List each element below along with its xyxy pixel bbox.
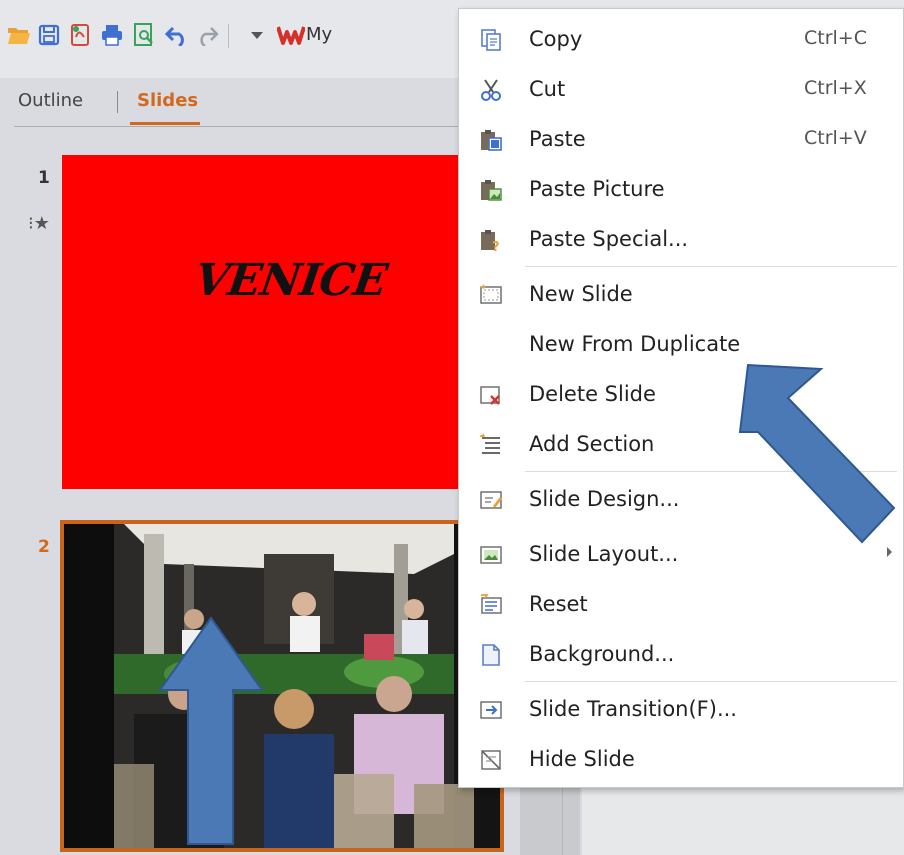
- slide-number: 2: [38, 537, 50, 557]
- slide-canvas[interactable]: [582, 780, 904, 855]
- slide-transition-icon: [479, 698, 503, 722]
- cafe-photo: [64, 524, 500, 848]
- menu-item-label: Hide Slide: [529, 747, 635, 771]
- menu-item-slide-design[interactable]: Slide Design...: [459, 475, 904, 525]
- divider: [562, 780, 563, 855]
- slide-thumbnail-1[interactable]: [62, 155, 458, 489]
- menu-item-label: Delete Slide: [529, 382, 656, 406]
- menu-item-shortcut: Ctrl+X: [804, 77, 867, 99]
- menu-item-slide-layout[interactable]: Slide Layout...: [459, 530, 904, 580]
- reset-icon: [479, 593, 503, 617]
- scissors-icon: [479, 78, 503, 102]
- paste-special-icon: ?: [479, 228, 503, 255]
- menu-item-cut[interactable]: Cut Ctrl+X: [459, 65, 904, 115]
- slide-number: 1: [38, 168, 50, 188]
- menu-item-label: Paste Special...: [529, 227, 689, 251]
- menu-item-new-from-duplicate[interactable]: New From Duplicate: [459, 320, 904, 370]
- menu-separator: [525, 266, 897, 267]
- menu-item-label: New From Duplicate: [529, 332, 741, 356]
- background-icon: [479, 643, 503, 667]
- add-section-icon: [479, 433, 503, 457]
- menu-item-delete-slide[interactable]: Delete Slide: [459, 370, 904, 420]
- new-slide-icon: [479, 283, 503, 307]
- menu-item-label: Paste: [529, 127, 586, 151]
- wps-logo-icon[interactable]: [276, 22, 306, 48]
- redo-icon[interactable]: [194, 22, 220, 48]
- toolbar-separator: [228, 24, 229, 48]
- slide-title: VENICE: [191, 255, 390, 306]
- menu-item-slide-transition[interactable]: Slide Transition(F)...: [459, 685, 904, 735]
- save-icon[interactable]: [36, 22, 62, 48]
- menu-separator: [525, 681, 897, 682]
- slide-design-icon: [479, 488, 503, 512]
- divider: [14, 126, 470, 127]
- menu-item-shortcut: Ctrl+V: [804, 127, 867, 149]
- account-label[interactable]: My: [306, 24, 332, 45]
- copy-icon: [479, 28, 503, 52]
- divider: [117, 91, 118, 113]
- menu-item-label: Cut: [529, 77, 566, 101]
- menu-item-copy[interactable]: Copy Ctrl+C: [459, 15, 904, 65]
- paste-picture-icon: [479, 178, 503, 202]
- svg-text:?: ?: [492, 240, 500, 252]
- menu-separator: [525, 471, 897, 472]
- print-icon[interactable]: [99, 22, 125, 48]
- slide-layout-icon: [479, 543, 503, 567]
- dropdown-arrow-icon[interactable]: [244, 22, 270, 48]
- menu-item-paste[interactable]: Paste Ctrl+V: [459, 115, 904, 165]
- hide-slide-icon: [479, 748, 503, 772]
- menu-item-background[interactable]: Background...: [459, 630, 904, 680]
- open-folder-icon[interactable]: [6, 22, 32, 48]
- panel-splitter[interactable]: [520, 780, 580, 855]
- tab-slides[interactable]: Slides: [137, 90, 198, 111]
- menu-item-paste-special[interactable]: ? Paste Special...: [459, 215, 904, 265]
- menu-item-shortcut: Ctrl+C: [804, 27, 867, 49]
- animation-star-icon: ⁝★: [28, 213, 50, 234]
- print-preview-icon[interactable]: [131, 22, 157, 48]
- delete-slide-icon: [479, 383, 503, 407]
- undo-icon[interactable]: [164, 22, 190, 48]
- paste-icon: [479, 128, 503, 152]
- menu-item-label: Background...: [529, 642, 675, 666]
- menu-item-reset[interactable]: Reset: [459, 580, 904, 630]
- menu-item-label: Slide Design...: [529, 487, 680, 511]
- context-menu: Copy Ctrl+C Cut Ctrl+X Paste Ctrl+V Past…: [458, 8, 904, 788]
- menu-item-paste-picture[interactable]: Paste Picture: [459, 165, 904, 215]
- submenu-arrow-icon: [887, 547, 892, 557]
- menu-item-label: Add Section: [529, 432, 655, 456]
- menu-item-label: Paste Picture: [529, 177, 665, 201]
- menu-item-add-section[interactable]: Add Section: [459, 420, 904, 470]
- active-tab-indicator: [130, 122, 200, 125]
- slide-thumbnail-2[interactable]: [60, 520, 504, 852]
- menu-item-new-slide[interactable]: New Slide: [459, 270, 904, 320]
- menu-item-label: Slide Transition(F)...: [529, 697, 737, 721]
- menu-item-label: New Slide: [529, 282, 633, 306]
- menu-item-hide-slide[interactable]: Hide Slide: [459, 735, 904, 785]
- menu-item-label: Slide Layout...: [529, 542, 679, 566]
- tab-outline[interactable]: Outline: [18, 90, 83, 111]
- menu-item-label: Copy: [529, 27, 583, 51]
- menu-item-label: Reset: [529, 592, 588, 616]
- export-pdf-icon[interactable]: [67, 22, 93, 48]
